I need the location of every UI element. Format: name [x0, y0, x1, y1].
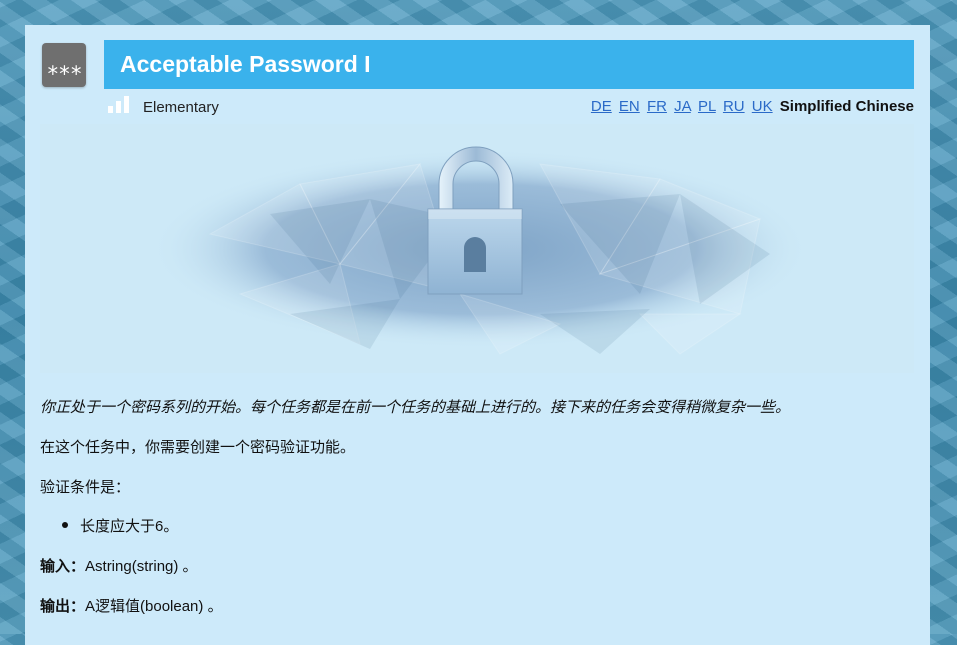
task-panel: *** Acceptable Password I Elementary DE …: [25, 25, 930, 645]
task-title: Acceptable Password I: [120, 51, 371, 77]
output-paragraph: 输出：A逻辑值(boolean) 。: [40, 595, 223, 616]
lang-link-de[interactable]: DE: [591, 98, 612, 115]
lang-link-pl[interactable]: PL: [698, 98, 716, 115]
conditions-list: 长度应大于6。: [62, 515, 178, 536]
conditions-label: 验证条件是：: [40, 479, 131, 496]
language-switcher: DE EN FR JA PL RU UK Simplified Chinese: [588, 98, 914, 115]
task-paragraph: 在这个任务中，你需要创建一个密码验证功能。: [40, 439, 356, 456]
input-label: 输入：: [40, 558, 86, 575]
output-label: 输出：: [40, 598, 86, 615]
input-text: Astring(string) 。: [85, 558, 198, 575]
difficulty-bars-icon: [108, 96, 130, 113]
title-bar: Acceptable Password I: [104, 40, 914, 89]
lang-link-uk[interactable]: UK: [752, 98, 773, 115]
output-text: A逻辑值(boolean) 。: [85, 598, 223, 615]
lang-link-en[interactable]: EN: [619, 98, 640, 115]
task-icon-text: ***: [46, 62, 83, 86]
list-item: 长度应大于6。: [62, 515, 178, 536]
current-language: Simplified Chinese: [779, 98, 914, 115]
difficulty-label: Elementary: [143, 99, 219, 116]
task-banner: [40, 124, 914, 373]
input-paragraph: 输入：Astring(string) 。: [40, 555, 198, 576]
banner-illustration: [40, 124, 914, 373]
lang-link-ja[interactable]: JA: [674, 98, 691, 115]
task-icon: ***: [42, 43, 86, 87]
intro-paragraph: 你正处于一个密码系列的开始。每个任务都是在前一个任务的基础上进行的。接下来的任务…: [40, 399, 791, 416]
lang-link-ru[interactable]: RU: [723, 98, 745, 115]
lang-link-fr[interactable]: FR: [647, 98, 667, 115]
